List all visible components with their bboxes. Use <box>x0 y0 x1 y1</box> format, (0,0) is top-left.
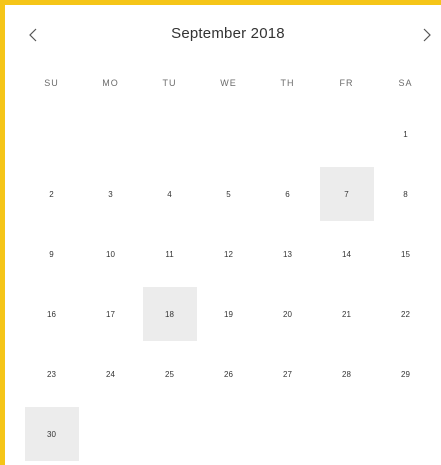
empty-day <box>143 407 197 461</box>
day-button[interactable]: 4 <box>143 167 197 221</box>
month-title: September 2018 <box>171 25 285 42</box>
day-cell: 30 <box>22 404 81 464</box>
day-button[interactable]: 12 <box>202 227 256 281</box>
day-cell: 5 <box>199 164 258 224</box>
empty-day-slot <box>199 404 258 464</box>
day-button[interactable]: 27 <box>261 347 315 401</box>
day-cell: 25 <box>140 344 199 404</box>
weekday-label: TH <box>280 78 295 88</box>
day-button[interactable]: 19 <box>202 287 256 341</box>
day-cell: 16 <box>22 284 81 344</box>
day-button[interactable]: 29 <box>379 347 433 401</box>
weekday-label: WE <box>220 78 237 88</box>
day-cell: 11 <box>140 224 199 284</box>
empty-day-slot <box>140 104 199 164</box>
day-button[interactable]: 24 <box>84 347 138 401</box>
empty-day <box>143 107 197 161</box>
day-button[interactable]: 6 <box>261 167 315 221</box>
day-cell: 12 <box>199 224 258 284</box>
day-button[interactable]: 20 <box>261 287 315 341</box>
day-cell: 28 <box>317 344 376 404</box>
day-button[interactable]: 17 <box>84 287 138 341</box>
empty-day <box>320 407 374 461</box>
empty-day <box>320 107 374 161</box>
day-button[interactable]: 2 <box>25 167 79 221</box>
empty-day-slot <box>317 104 376 164</box>
day-button[interactable]: 15 <box>379 227 433 281</box>
chevron-right-icon <box>423 28 431 42</box>
day-cell: 4 <box>140 164 199 224</box>
day-cell: 21 <box>317 284 376 344</box>
day-cell: 22 <box>376 284 435 344</box>
day-cell: 19 <box>199 284 258 344</box>
day-button[interactable]: 9 <box>25 227 79 281</box>
day-cell: 10 <box>81 224 140 284</box>
day-cell: 15 <box>376 224 435 284</box>
day-button[interactable]: 13 <box>261 227 315 281</box>
day-button[interactable]: 11 <box>143 227 197 281</box>
day-cell: 13 <box>258 224 317 284</box>
day-cell: 18 <box>140 284 199 344</box>
calendar-header: September 2018 <box>10 10 441 60</box>
day-button[interactable]: 7 <box>319 167 374 221</box>
day-cell: 14 <box>317 224 376 284</box>
weekday-label: SA <box>398 78 413 88</box>
day-cell: 7 <box>317 164 376 224</box>
day-button[interactable]: 3 <box>84 167 138 221</box>
empty-day-slot <box>81 104 140 164</box>
weekday-row: SU MO TU WE TH FR SA <box>22 78 435 94</box>
weekday-label: SU <box>44 78 59 88</box>
day-cell: 17 <box>81 284 140 344</box>
calendar-panel: September 2018 SU MO TU WE TH FR SA 1234… <box>0 0 441 465</box>
empty-day <box>379 407 433 461</box>
next-month-button[interactable] <box>414 22 440 48</box>
empty-day-slot <box>140 404 199 464</box>
weekday-label: MO <box>102 78 119 88</box>
empty-day-slot <box>22 104 81 164</box>
empty-day <box>202 107 256 161</box>
day-button[interactable]: 18 <box>142 287 197 341</box>
day-button[interactable]: 10 <box>84 227 138 281</box>
day-cell: 23 <box>22 344 81 404</box>
day-cell: 27 <box>258 344 317 404</box>
day-button[interactable]: 23 <box>25 347 79 401</box>
day-cell: 8 <box>376 164 435 224</box>
day-cell: 24 <box>81 344 140 404</box>
day-cell: 2 <box>22 164 81 224</box>
day-grid: 1 2 3 4 5 6 7 8 9 10 11 12 13 14 15 16 17 18 19 20 21 22 23 24 2… <box>22 104 435 464</box>
weekday-label: TU <box>162 78 177 88</box>
day-cell: 9 <box>22 224 81 284</box>
weekday-label: FR <box>339 78 354 88</box>
empty-day-slot <box>376 404 435 464</box>
day-button[interactable]: 14 <box>320 227 374 281</box>
day-button[interactable]: 16 <box>25 287 79 341</box>
day-button[interactable]: 30 <box>24 407 79 461</box>
day-button[interactable]: 5 <box>202 167 256 221</box>
day-cell: 3 <box>81 164 140 224</box>
empty-day-slot <box>199 104 258 164</box>
day-button[interactable]: 28 <box>320 347 374 401</box>
day-button[interactable]: 25 <box>143 347 197 401</box>
empty-day <box>84 407 138 461</box>
empty-day <box>84 107 138 161</box>
day-cell: 26 <box>199 344 258 404</box>
empty-day <box>261 407 315 461</box>
empty-day <box>25 107 79 161</box>
day-button[interactable]: 8 <box>379 167 433 221</box>
day-button[interactable]: 1 <box>379 107 433 161</box>
day-button[interactable]: 22 <box>379 287 433 341</box>
day-cell: 1 <box>376 104 435 164</box>
day-cell: 6 <box>258 164 317 224</box>
day-cell: 29 <box>376 344 435 404</box>
empty-day-slot <box>258 404 317 464</box>
empty-day-slot <box>81 404 140 464</box>
empty-day <box>202 407 256 461</box>
day-button[interactable]: 21 <box>320 287 374 341</box>
day-button[interactable]: 26 <box>202 347 256 401</box>
day-cell: 20 <box>258 284 317 344</box>
empty-day-slot <box>258 104 317 164</box>
empty-day-slot <box>317 404 376 464</box>
empty-day <box>261 107 315 161</box>
